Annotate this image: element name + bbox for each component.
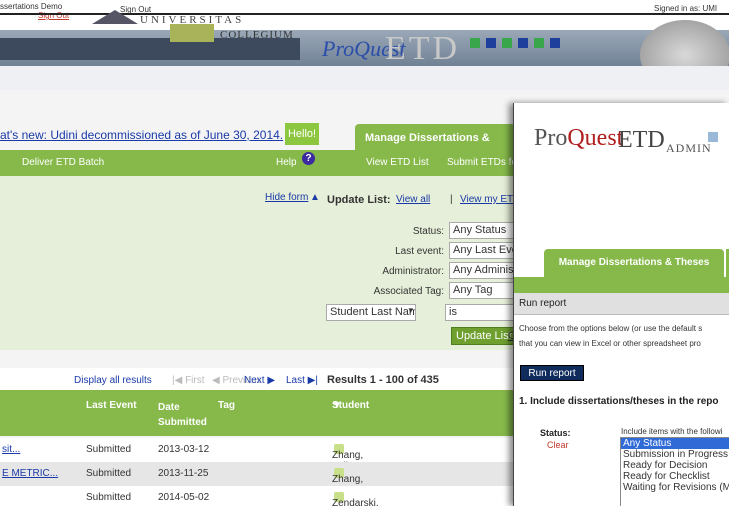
- last-event-label: Last event:: [395, 246, 444, 257]
- tab-manage-dissertations-front[interactable]: Manage Dissertations & Theses: [544, 249, 724, 277]
- college-text: COLLEGIUM: [220, 29, 294, 41]
- list-item[interactable]: Submission in Progress: [621, 449, 729, 460]
- include-heading: 1. Include dissertations/theses in the r…: [519, 396, 719, 407]
- row-last-event: Submitted: [86, 492, 132, 503]
- instructions-line-2: that you can view in Excel or other spre…: [519, 339, 701, 348]
- clear-link[interactable]: Clear: [547, 440, 569, 450]
- separator: |: [450, 194, 453, 205]
- logo-square-icon: [708, 132, 718, 142]
- logo-pro: Pro: [534, 125, 568, 151]
- row-last-event: Submitted: [86, 444, 132, 455]
- run-report-header: Run report: [514, 293, 729, 315]
- row-student: Zhang, Yonggang: [332, 468, 377, 496]
- status-select[interactable]: Any Status: [449, 222, 519, 239]
- deliver-etd-batch-link[interactable]: Deliver ETD Batch: [22, 157, 104, 168]
- field-select-value: Student Last Name: [330, 306, 416, 318]
- submit-etds-link[interactable]: Submit ETDs fo: [447, 157, 517, 168]
- triangle-up-icon[interactable]: ▲: [310, 192, 320, 203]
- row-last-event: Submitted: [86, 468, 132, 479]
- front-nav-bar: [514, 277, 729, 293]
- first-icon: |◀: [172, 375, 186, 386]
- front-admin-logo: ADMIN: [666, 141, 712, 155]
- administrator-select[interactable]: Any Administra: [449, 262, 519, 279]
- header-light-band: [0, 66, 729, 90]
- row-student: Zhang, Yujing: [332, 444, 363, 472]
- view-etd-list-link[interactable]: View ETD List: [366, 157, 429, 168]
- hello-button[interactable]: Hello!: [285, 123, 319, 145]
- next-label: Next: [244, 375, 265, 386]
- status-label-front: Status:: [540, 428, 571, 438]
- list-item[interactable]: Any Status: [621, 438, 729, 449]
- site-title: ssertations Demo: [0, 2, 63, 11]
- instructions-text: Choose from the options below (or use th…: [519, 321, 729, 351]
- header-banner: ssertations Demo Sign Out Sign Out Signe…: [0, 0, 729, 90]
- dropdown-arrow-icon: ▾: [408, 305, 413, 315]
- next-icon: ▶: [264, 375, 276, 386]
- update-list-button[interactable]: Update List: [451, 327, 517, 345]
- last-event-select[interactable]: Any Last Even: [449, 242, 519, 259]
- administrator-label: Administrator:: [382, 266, 444, 277]
- first-link[interactable]: |◀ First: [172, 375, 205, 386]
- whats-new-link[interactable]: at's new: Udini decommissioned as of Jun…: [0, 128, 283, 142]
- last-link[interactable]: Last ▶|: [286, 375, 318, 386]
- update-list-label: Update List:: [327, 194, 391, 206]
- row-date: 2013-03-12: [158, 444, 210, 455]
- logo-quest: Quest: [567, 125, 624, 151]
- list-item[interactable]: Ready for Checklist: [621, 471, 729, 482]
- operator-select[interactable]: is: [445, 304, 520, 321]
- building-icon: [170, 24, 214, 42]
- status-listbox[interactable]: Any Status Submission in Progress Ready …: [620, 437, 729, 506]
- tag-select[interactable]: Any Tag: [449, 282, 519, 299]
- sort-down-icon: ▼: [332, 400, 342, 411]
- column-tag[interactable]: Tag: [218, 400, 235, 411]
- view-my-etd-link[interactable]: View my ETD: [460, 194, 520, 205]
- column-date-submitted[interactable]: Date Submitted: [158, 400, 208, 430]
- run-report-button[interactable]: Run report: [520, 365, 584, 381]
- hide-form-link[interactable]: Hide form: [265, 192, 308, 203]
- front-proquest-logo: ProQuest: [534, 125, 623, 152]
- header-dark-band: [0, 38, 300, 60]
- view-all-link[interactable]: View all: [396, 194, 430, 205]
- associated-tag-label: Associated Tag:: [373, 286, 444, 297]
- list-item[interactable]: Waiting for Revisions (Mi: [621, 482, 729, 493]
- signed-in-label: Signed in as: UMI: [654, 4, 718, 13]
- tab-manage-dissertations[interactable]: Manage Dissertations & Theses: [355, 124, 515, 172]
- next-link[interactable]: Next ▶: [244, 375, 275, 386]
- last-label: Last: [286, 375, 305, 386]
- column-last-event[interactable]: Last Event: [86, 400, 137, 411]
- instructions-line-1: Choose from the options below (or use th…: [519, 324, 703, 333]
- last-icon: ▶|: [304, 375, 318, 386]
- etd-logo: ETD: [385, 30, 461, 67]
- row-date: 2014-05-02: [158, 492, 210, 503]
- results-count: Results 1 - 100 of 435: [327, 374, 439, 386]
- help-icon[interactable]: ?: [302, 152, 315, 165]
- list-item[interactable]: Ready for Decision: [621, 460, 729, 471]
- previous-icon: ◀: [212, 375, 223, 386]
- status-label: Status:: [412, 226, 444, 237]
- first-label: First: [185, 375, 205, 386]
- front-etd-logo: ETD: [618, 127, 665, 153]
- row-date: 2013-11-25: [158, 468, 209, 479]
- include-items-text: Include items with the followi: [621, 427, 723, 436]
- decorative-squares-icon: [470, 38, 560, 48]
- help-link[interactable]: Help: [276, 157, 297, 168]
- row-student-name: Zendarski, Joseph Michael: [332, 498, 379, 506]
- row-title-link[interactable]: E METRIC...: [2, 468, 58, 479]
- field-select[interactable]: Student Last Name ▾: [326, 304, 416, 321]
- display-all-link[interactable]: Display all results: [74, 375, 152, 386]
- row-title-link[interactable]: sit...: [2, 444, 20, 455]
- run-report-window: ProQuest ETD ADMIN Manage Dissertations …: [513, 103, 729, 506]
- row-student: Zendarski, Joseph Michael: [332, 492, 379, 506]
